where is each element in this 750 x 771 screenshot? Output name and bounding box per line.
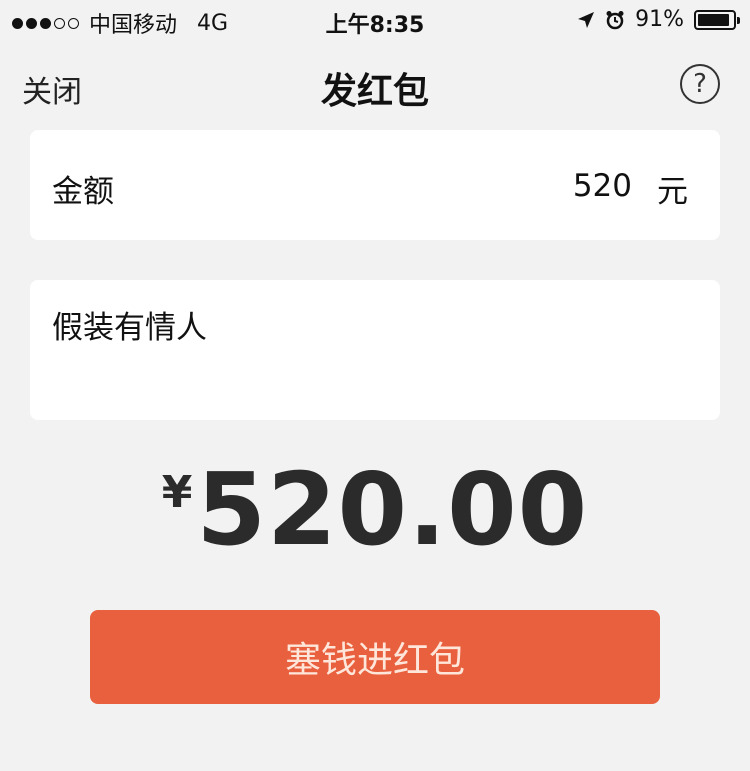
status-bar: 中国移动 4G 上午8:35 91%	[0, 0, 750, 40]
navigation-bar: 关闭 发红包 ?	[0, 40, 750, 128]
amount-input[interactable]: 520	[573, 168, 632, 204]
battery-tip	[737, 16, 740, 24]
total-amount: 520.00	[196, 451, 589, 568]
battery-fill	[698, 13, 729, 26]
total-amount-display: ¥ 520.00	[0, 455, 750, 565]
send-red-packet-screen: 中国移动 4G 上午8:35 91% 关闭 发红包 ? 金额 520 元 假装有…	[0, 0, 750, 771]
help-symbol: ?	[693, 69, 707, 99]
put-money-button[interactable]: 塞钱进红包	[90, 610, 660, 704]
amount-label: 金额	[52, 174, 114, 210]
help-icon[interactable]: ?	[680, 64, 720, 104]
battery-icon	[694, 9, 740, 30]
alarm-clock-icon	[606, 10, 624, 29]
page-title: 发红包	[320, 71, 429, 112]
message-input[interactable]: 假装有情人	[30, 280, 720, 420]
currency-symbol: ¥	[161, 467, 193, 518]
location-arrow-icon	[578, 11, 595, 28]
status-right: 91%	[577, 7, 740, 32]
battery-percent: 91%	[635, 7, 684, 32]
amount-input-row[interactable]: 金额 520 元	[30, 130, 720, 240]
message-text: 假装有情人	[52, 310, 207, 346]
amount-unit: 元	[657, 174, 688, 210]
